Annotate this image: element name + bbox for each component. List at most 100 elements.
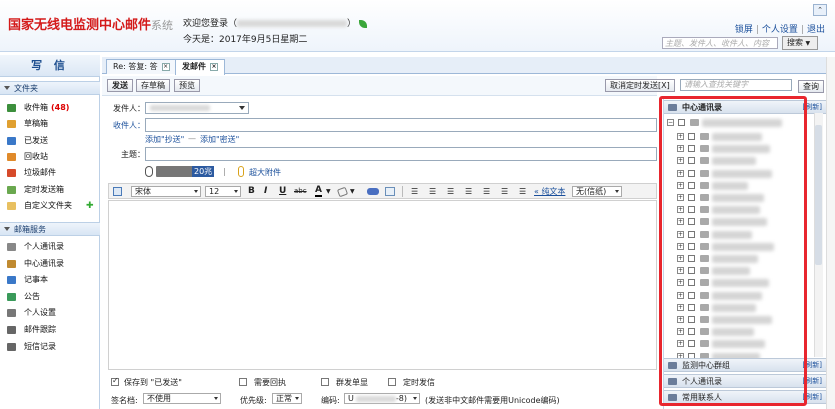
tree-checkbox[interactable] bbox=[688, 145, 695, 153]
tab-reply[interactable]: Re: 答复: 答 × bbox=[106, 59, 177, 74]
collapse-header-button[interactable]: ⌃ bbox=[813, 4, 827, 16]
groups-header[interactable]: 监测中心群组 [刷新] bbox=[664, 358, 826, 372]
expand-node-icon[interactable]: + bbox=[677, 267, 684, 275]
frequent-contacts-header[interactable]: 常用联系人 [刷新] bbox=[664, 390, 826, 404]
tree-node-row[interactable]: + bbox=[667, 143, 817, 155]
save-draft-button[interactable]: 存草稿 bbox=[136, 79, 170, 92]
sidebar-folder-inbox[interactable]: 收件箱 (48) bbox=[0, 100, 100, 116]
add-folder-icon[interactable]: ✚ bbox=[86, 201, 94, 210]
expand-node-icon[interactable]: + bbox=[677, 291, 684, 299]
indent-icon[interactable]: ☰ bbox=[465, 186, 472, 197]
expand-node-icon[interactable]: + bbox=[677, 328, 684, 336]
tree-checkbox[interactable] bbox=[688, 328, 695, 336]
address-search-button[interactable]: 查询 bbox=[798, 80, 824, 93]
tree-node-row[interactable]: + bbox=[667, 229, 817, 241]
tree-node-row[interactable]: + bbox=[667, 131, 817, 143]
personal-settings-link[interactable]: 个人设置 bbox=[762, 25, 798, 35]
close-icon[interactable]: × bbox=[210, 62, 218, 71]
tree-checkbox[interactable] bbox=[688, 316, 695, 323]
expand-node-icon[interactable]: + bbox=[677, 303, 684, 311]
chevron-down-icon[interactable]: ▼ bbox=[326, 186, 331, 197]
tree-checkbox[interactable] bbox=[688, 230, 695, 238]
expand-node-icon[interactable]: + bbox=[677, 206, 684, 214]
sidebar-service-settings[interactable]: 个人设置 bbox=[0, 305, 100, 321]
close-icon[interactable]: × bbox=[161, 62, 170, 71]
expand-node-icon[interactable]: + bbox=[677, 145, 684, 153]
add-cc-link[interactable]: 添加"抄送" bbox=[145, 134, 184, 145]
need-receipt-checkbox[interactable] bbox=[239, 378, 247, 386]
tree-node-row[interactable]: + bbox=[667, 204, 817, 216]
plain-text-link[interactable]: « 纯文本 bbox=[534, 186, 565, 197]
ordered-list-icon[interactable]: ☰ bbox=[411, 186, 418, 197]
highlight-color-icon[interactable] bbox=[336, 186, 349, 198]
collapse-node-icon[interactable]: − bbox=[667, 119, 674, 126]
sidebar-folder-spam[interactable]: 垃圾邮件 bbox=[0, 165, 100, 181]
subject-input[interactable] bbox=[145, 147, 657, 161]
priority-select[interactable]: 正常 bbox=[272, 393, 302, 404]
tree-checkbox[interactable] bbox=[688, 303, 695, 311]
mail-search-input[interactable]: 主题、发件人、收件人、内容 bbox=[662, 37, 778, 49]
tree-checkbox[interactable] bbox=[688, 255, 695, 262]
page-scrollbar[interactable] bbox=[826, 57, 835, 409]
tree-checkbox[interactable] bbox=[688, 279, 695, 287]
expand-node-icon[interactable]: + bbox=[677, 181, 684, 189]
sidebar-folder-trash[interactable]: 回收站 bbox=[0, 149, 100, 165]
tree-node-row[interactable]: + bbox=[667, 302, 817, 314]
expand-node-icon[interactable]: + bbox=[677, 133, 684, 140]
write-mail-button[interactable]: 写 信 bbox=[0, 55, 100, 77]
folders-section-header[interactable]: 文件夹 bbox=[0, 81, 100, 95]
tree-node-row[interactable]: + bbox=[667, 338, 817, 350]
sidebar-folder-custom-folder[interactable]: 自定义文件夹 ✚ bbox=[0, 198, 100, 214]
sidebar-service-personal-contacts[interactable]: 个人通讯录 bbox=[0, 239, 100, 255]
logout-link[interactable]: 退出 bbox=[807, 25, 825, 35]
encoding-select[interactable]: U -8) bbox=[344, 393, 420, 404]
tab-compose[interactable]: 发邮件 × bbox=[175, 59, 225, 75]
tree-node-row[interactable]: + bbox=[667, 314, 817, 326]
to-input[interactable] bbox=[145, 118, 657, 132]
tree-node-row[interactable]: + bbox=[667, 192, 817, 204]
refresh-link[interactable]: [刷新] bbox=[803, 375, 822, 388]
personal-contacts-header[interactable]: 个人通讯录 [刷新] bbox=[664, 374, 826, 388]
sidebar-service-announcement[interactable]: 公告 bbox=[0, 289, 100, 305]
preview-button[interactable]: 预览 bbox=[174, 79, 200, 92]
tree-checkbox[interactable] bbox=[688, 169, 695, 177]
tree-node-row[interactable]: + bbox=[667, 265, 817, 277]
mail-search-button[interactable]: 搜索 ▼ bbox=[782, 36, 818, 50]
insert-image-icon[interactable] bbox=[385, 187, 395, 196]
tree-checkbox[interactable] bbox=[688, 133, 695, 140]
large-attachment-link[interactable]: 超大附件 bbox=[249, 167, 281, 178]
refresh-link[interactable]: [刷新] bbox=[803, 391, 822, 404]
expand-node-icon[interactable]: + bbox=[677, 242, 684, 250]
tree-checkbox[interactable] bbox=[688, 194, 695, 201]
sidebar-folder-drafts[interactable]: 草稿箱 bbox=[0, 116, 100, 132]
font-family-select[interactable]: 宋体 bbox=[131, 186, 201, 197]
tree-checkbox[interactable] bbox=[688, 242, 695, 250]
expand-node-icon[interactable]: + bbox=[677, 157, 684, 165]
font-color-button[interactable]: A bbox=[315, 186, 322, 197]
to-label[interactable]: 收件人： bbox=[113, 120, 145, 131]
center-contacts-header[interactable]: 中心通讯录 [刷新] bbox=[664, 100, 826, 114]
services-section-header[interactable]: 邮箱服务 bbox=[0, 222, 100, 236]
scheduled-send-checkbox[interactable] bbox=[388, 378, 396, 386]
expand-node-icon[interactable]: + bbox=[677, 194, 684, 201]
cancel-scheduled-button[interactable]: 取消定时发送[X] bbox=[605, 79, 675, 92]
insert-link-icon[interactable] bbox=[367, 188, 379, 195]
tree-checkbox[interactable] bbox=[678, 119, 685, 126]
font-size-select[interactable]: 12 bbox=[205, 186, 241, 197]
align-center-icon[interactable]: ☰ bbox=[501, 186, 508, 197]
add-bcc-link[interactable]: 添加"密送" bbox=[200, 134, 239, 145]
stationery-select[interactable]: 无(信纸) bbox=[572, 186, 622, 197]
mail-body-editor[interactable] bbox=[108, 200, 657, 370]
tree-node-row[interactable]: + bbox=[667, 168, 817, 180]
tree-checkbox[interactable] bbox=[688, 181, 695, 189]
sidebar-service-mail-track[interactable]: 邮件跟踪 bbox=[0, 322, 100, 338]
group-single-checkbox[interactable] bbox=[321, 378, 329, 386]
outdent-icon[interactable]: ☰ bbox=[447, 186, 454, 197]
attachment-clip-icon[interactable] bbox=[145, 166, 153, 177]
expand-node-icon[interactable]: + bbox=[677, 279, 684, 287]
tree-checkbox[interactable] bbox=[688, 157, 695, 165]
tree-checkbox[interactable] bbox=[688, 218, 695, 226]
tree-checkbox[interactable] bbox=[688, 206, 695, 214]
tree-checkbox[interactable] bbox=[688, 291, 695, 299]
sidebar-service-center-contacts[interactable]: 中心通讯录 bbox=[0, 256, 100, 272]
